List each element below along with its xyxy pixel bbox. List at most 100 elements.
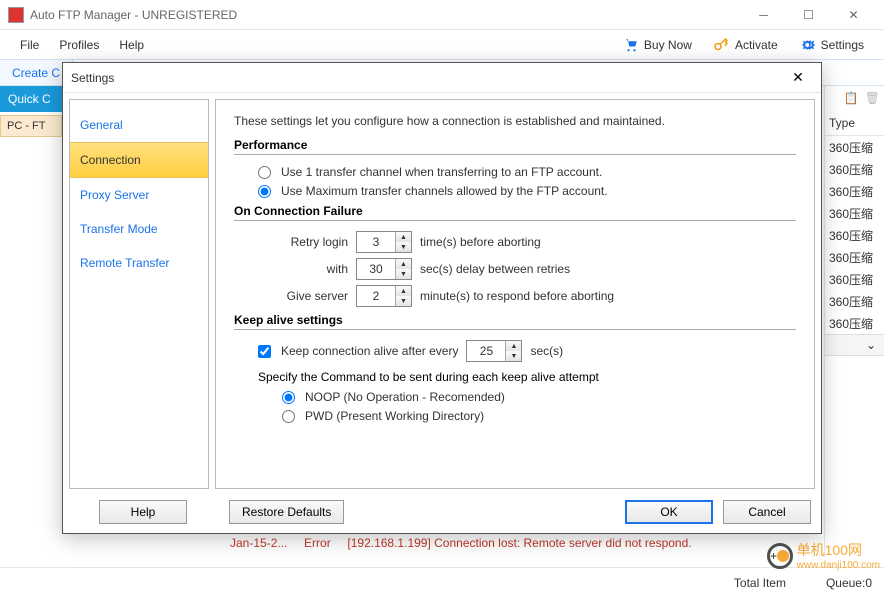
window-title: Auto FTP Manager - UNREGISTERED xyxy=(30,8,741,22)
respond-timeout-value[interactable]: 2 xyxy=(357,286,395,306)
delete-icon[interactable]: 🗑 xyxy=(865,91,880,105)
dialog-title: Settings xyxy=(71,71,783,85)
menu-file[interactable]: File xyxy=(10,34,49,56)
menu-bar: File Profiles Help Buy Now Activate Sett… xyxy=(0,30,884,60)
grid-cell[interactable]: 360压缩 xyxy=(825,136,884,158)
ok-button[interactable]: OK xyxy=(625,500,713,524)
grid-cell[interactable]: 360压缩 xyxy=(825,158,884,180)
retry-delay-label: with xyxy=(258,262,348,276)
copy-icon[interactable]: 📋 xyxy=(844,91,859,105)
minimize-button[interactable]: ─ xyxy=(741,0,786,30)
spinner-up-icon[interactable]: ▲ xyxy=(396,259,411,269)
retry-login-value[interactable]: 3 xyxy=(357,232,395,252)
grid-cell[interactable]: 360压缩 xyxy=(825,246,884,268)
spinner-down-icon[interactable]: ▼ xyxy=(396,296,411,306)
cmd-radio-noop[interactable] xyxy=(282,391,295,404)
perf-radio-max[interactable] xyxy=(258,185,271,198)
perf-radio-max-label: Use Maximum transfer channels allowed by… xyxy=(281,184,608,198)
status-bar: Total Item Queue:0 xyxy=(0,567,884,597)
app-icon xyxy=(8,7,24,23)
perf-radio-single-label: Use 1 transfer channel when transferring… xyxy=(281,165,602,179)
cancel-button[interactable]: Cancel xyxy=(723,500,811,524)
settings-nav-proxy[interactable]: Proxy Server xyxy=(70,178,208,212)
keepalive-label: Keep connection alive after every xyxy=(281,344,458,358)
file-grid-type-column: 📋 🗑 Type 360压缩 360压缩 360压缩 360压缩 360压缩 3… xyxy=(824,86,884,557)
performance-section-title: Performance xyxy=(234,138,796,152)
expand-row-toggle[interactable]: ⌄ xyxy=(825,334,884,356)
buy-now-label: Buy Now xyxy=(644,38,692,52)
dialog-titlebar[interactable]: Settings ✕ xyxy=(63,63,821,93)
grid-cell[interactable]: 360压缩 xyxy=(825,290,884,312)
spinner-up-icon[interactable]: ▲ xyxy=(396,232,411,242)
settings-nav-connection[interactable]: Connection xyxy=(70,142,208,178)
activate-button[interactable]: Activate xyxy=(702,32,788,58)
keepalive-checkbox-row[interactable]: Keep connection alive after every 25 ▲▼ … xyxy=(258,340,796,362)
cmd-radio-pwd[interactable] xyxy=(282,410,295,423)
settings-label: Settings xyxy=(821,38,864,52)
keepalive-checkbox[interactable] xyxy=(258,345,271,358)
cart-icon xyxy=(621,36,639,54)
spinner-down-icon[interactable]: ▼ xyxy=(396,242,411,252)
keepalive-cmd-label: Specify the Command to be sent during ea… xyxy=(258,370,796,384)
keepalive-cmd-noop[interactable]: NOOP (No Operation - Recomended) xyxy=(282,390,796,404)
respond-timeout-spinner[interactable]: 2 ▲▼ xyxy=(356,285,412,307)
spinner-up-icon[interactable]: ▲ xyxy=(506,341,521,351)
retry-delay-spinner[interactable]: 30 ▲▼ xyxy=(356,258,412,280)
grid-cell[interactable]: 360压缩 xyxy=(825,180,884,202)
menu-profiles[interactable]: Profiles xyxy=(49,34,109,56)
profile-item-pc-ftp[interactable]: PC - FT xyxy=(0,115,62,137)
log-date: Jan-15-2... xyxy=(230,536,287,550)
retry-delay-value[interactable]: 30 xyxy=(357,259,395,279)
profile-sidebar: Quick C PC - FT xyxy=(0,86,62,567)
perf-option-max-channels[interactable]: Use Maximum transfer channels allowed by… xyxy=(258,184,796,198)
grid-cell[interactable]: 360压缩 xyxy=(825,202,884,224)
retry-login-spinner[interactable]: 3 ▲▼ xyxy=(356,231,412,253)
close-button[interactable]: ✕ xyxy=(831,0,876,30)
chevron-down-icon: ⌄ xyxy=(866,338,876,352)
watermark: + 单机100网 www.danji100.com xyxy=(767,540,880,571)
watermark-logo-icon: + xyxy=(767,543,793,569)
settings-dialog: Settings ✕ General Connection Proxy Serv… xyxy=(62,62,822,534)
column-header-type[interactable]: Type xyxy=(825,110,884,136)
status-total-label: Total Item xyxy=(734,576,786,590)
watermark-text: 单机100网 xyxy=(797,540,880,560)
respond-timeout-suffix: minute(s) to respond before aborting xyxy=(420,289,614,303)
grid-cell[interactable]: 360压缩 xyxy=(825,224,884,246)
menu-help[interactable]: Help xyxy=(109,34,154,56)
grid-cell[interactable]: 360压缩 xyxy=(825,312,884,334)
retry-delay-row: with 30 ▲▼ sec(s) delay between retries xyxy=(258,258,796,280)
retry-delay-suffix: sec(s) delay between retries xyxy=(420,262,570,276)
spinner-up-icon[interactable]: ▲ xyxy=(396,286,411,296)
failure-section-title: On Connection Failure xyxy=(234,204,796,218)
perf-radio-single[interactable] xyxy=(258,166,271,179)
retry-login-suffix: time(s) before aborting xyxy=(420,235,541,249)
settings-intro-text: These settings let you configure how a c… xyxy=(234,114,796,128)
quick-connect-tab[interactable]: Quick C xyxy=(0,86,62,112)
settings-nav-transfer-mode[interactable]: Transfer Mode xyxy=(70,212,208,246)
cmd-radio-pwd-label: PWD (Present Working Directory) xyxy=(305,409,484,423)
keepalive-value[interactable]: 25 xyxy=(467,341,505,361)
settings-content: These settings let you configure how a c… xyxy=(215,99,815,489)
log-msg: [192.168.1.199] Connection lost: Remote … xyxy=(347,536,691,550)
settings-nav-general[interactable]: General xyxy=(70,108,208,142)
buy-now-button[interactable]: Buy Now xyxy=(611,32,702,58)
spinner-down-icon[interactable]: ▼ xyxy=(396,269,411,279)
watermark-url: www.danji100.com xyxy=(797,560,880,571)
settings-category-list: General Connection Proxy Server Transfer… xyxy=(69,99,209,489)
cmd-radio-noop-label: NOOP (No Operation - Recomended) xyxy=(305,390,505,404)
help-button[interactable]: Help xyxy=(99,500,187,524)
restore-defaults-button[interactable]: Restore Defaults xyxy=(229,500,344,524)
settings-nav-remote[interactable]: Remote Transfer xyxy=(70,246,208,280)
settings-button[interactable]: Settings xyxy=(788,32,874,58)
grid-cell[interactable]: 360压缩 xyxy=(825,268,884,290)
log-entry: Jan-15-2... Error [192.168.1.199] Connec… xyxy=(230,536,692,550)
spinner-down-icon[interactable]: ▼ xyxy=(506,351,521,361)
keepalive-section-title: Keep alive settings xyxy=(234,313,796,327)
maximize-button[interactable]: ☐ xyxy=(786,0,831,30)
retry-login-label: Retry login xyxy=(258,235,348,249)
perf-option-single-channel[interactable]: Use 1 transfer channel when transferring… xyxy=(258,165,796,179)
dialog-close-button[interactable]: ✕ xyxy=(783,69,813,86)
keepalive-spinner[interactable]: 25 ▲▼ xyxy=(466,340,522,362)
keepalive-cmd-pwd[interactable]: PWD (Present Working Directory) xyxy=(282,409,796,423)
key-icon xyxy=(712,36,730,54)
